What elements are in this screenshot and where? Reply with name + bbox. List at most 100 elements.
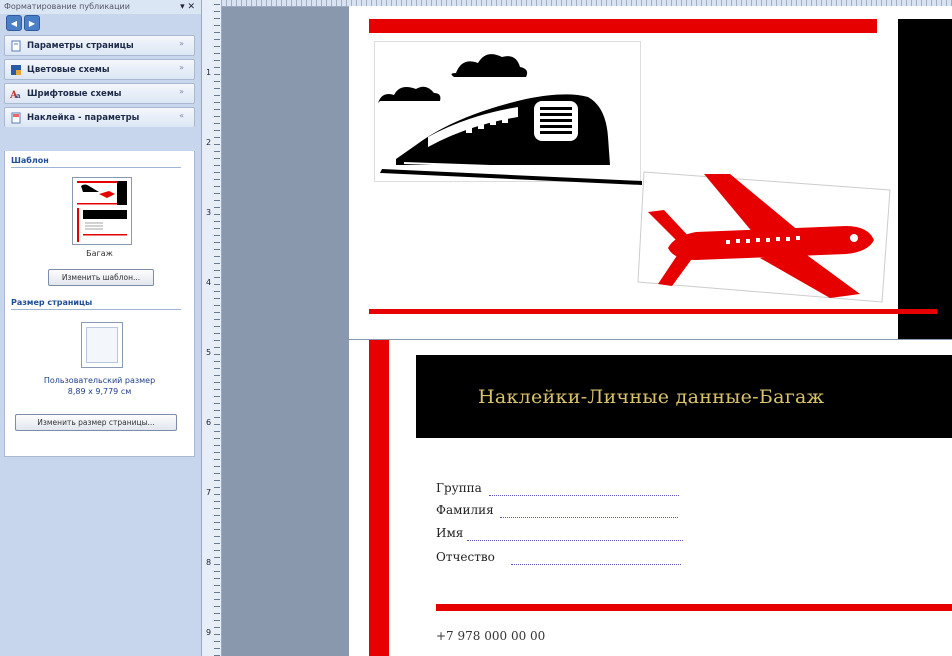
ruler-tick xyxy=(214,109,220,110)
vertical-ruler: 1 2 3 4 5 6 7 8 9 xyxy=(201,0,222,656)
airplane-clipart[interactable] xyxy=(634,164,894,306)
pane-close-icon[interactable]: ▾ ✕ xyxy=(180,0,195,14)
ruler-tick xyxy=(214,410,220,411)
template-preview-icon xyxy=(77,181,127,242)
ruler-tick xyxy=(214,123,220,124)
ruler-tick xyxy=(214,319,220,320)
section-font-schemes[interactable]: Aa Шрифтовые схемы » xyxy=(4,83,195,104)
ruler-tick xyxy=(214,578,220,579)
ruler-tick xyxy=(214,60,220,61)
ruler-tick xyxy=(214,256,220,257)
ruler-tick xyxy=(214,641,220,642)
ruler-tick xyxy=(214,172,220,173)
field-patronymic: Отчество xyxy=(436,550,495,564)
section-label-options[interactable]: Наклейка - параметры « xyxy=(4,107,195,127)
field-name-line[interactable] xyxy=(467,540,683,541)
pane-titlebar: Форматирование публикации ▾ ✕ xyxy=(0,0,201,14)
ruler-tick xyxy=(214,550,220,551)
ruler-number: 3 xyxy=(206,208,212,217)
change-template-button[interactable]: Изменить шаблон... xyxy=(48,269,154,286)
section-page-options[interactable]: Параметры страницы » xyxy=(4,35,195,56)
page-size-name: Пользовательский размер xyxy=(43,376,156,385)
ruler-tick xyxy=(214,312,220,313)
ruler-tick xyxy=(214,382,220,383)
ruler-tick xyxy=(214,557,220,558)
red-bar-top xyxy=(369,19,877,33)
template-thumbnail[interactable] xyxy=(72,177,132,245)
ruler-tick xyxy=(214,235,220,236)
ruler-tick xyxy=(214,424,220,425)
pane-title: Форматирование публикации xyxy=(4,2,130,11)
black-side-band xyxy=(898,19,952,339)
field-group: Группа xyxy=(436,481,482,495)
template-group-label: Шаблон xyxy=(11,156,181,168)
forward-icon[interactable]: ▶ xyxy=(24,15,40,31)
ruler-tick xyxy=(214,277,220,278)
ruler-tick xyxy=(214,494,220,495)
ruler-tick xyxy=(214,298,220,299)
ruler-tick xyxy=(214,179,220,180)
field-surname-line[interactable] xyxy=(500,517,678,518)
ruler-tick xyxy=(214,333,220,334)
ruler-tick xyxy=(214,88,220,89)
train-clipart[interactable] xyxy=(374,41,644,187)
ruler-tick xyxy=(214,102,220,103)
ruler-tick xyxy=(214,18,220,19)
ruler-tick xyxy=(214,354,220,355)
ruler-tick xyxy=(214,536,220,537)
ruler-tick xyxy=(214,214,220,215)
field-surname: Фамилия xyxy=(436,503,494,517)
ruler-tick xyxy=(214,368,220,369)
ruler-tick xyxy=(214,81,220,82)
ruler-tick xyxy=(214,627,220,628)
section-color-schemes[interactable]: Цветовые схемы » xyxy=(4,59,195,80)
label-options-icon xyxy=(11,112,21,123)
page-size-value: 8,89 x 9,779 см xyxy=(67,387,132,396)
ruler-number: 1 xyxy=(206,68,212,77)
page-top xyxy=(349,6,952,339)
ruler-tick xyxy=(214,263,220,264)
ruler-tick xyxy=(214,144,220,145)
field-group-line[interactable] xyxy=(489,495,679,496)
field-patronymic-line[interactable] xyxy=(511,564,681,565)
ruler-tick xyxy=(214,599,220,600)
ruler-tick xyxy=(214,473,220,474)
ruler-tick xyxy=(214,480,220,481)
ruler-number: 2 xyxy=(206,138,212,147)
phone-number: +7 978 000 00 00 xyxy=(436,629,546,643)
change-page-size-button[interactable]: Изменить размер страницы... xyxy=(15,414,177,431)
red-vertical-bar xyxy=(369,340,389,656)
chevron-icon: « xyxy=(179,111,184,120)
ruler-tick xyxy=(214,67,220,68)
ruler-tick xyxy=(214,291,220,292)
font-scheme-icon: Aa xyxy=(10,90,21,100)
ruler-tick xyxy=(214,620,220,621)
ruler-tick xyxy=(214,340,220,341)
ruler-tick xyxy=(214,4,220,5)
ruler-tick xyxy=(214,221,220,222)
ruler-tick xyxy=(214,305,220,306)
ruler-tick xyxy=(214,130,220,131)
ruler-tick xyxy=(214,508,220,509)
ruler-tick xyxy=(214,396,220,397)
section-label: Шрифтовые схемы xyxy=(27,88,122,99)
chevron-icon: » xyxy=(179,87,184,96)
page-setup-icon xyxy=(11,40,21,51)
ruler-tick xyxy=(214,53,220,54)
ruler-tick xyxy=(214,137,220,138)
ruler-tick xyxy=(214,207,220,208)
red-bar-bottom xyxy=(369,309,937,314)
back-icon[interactable]: ◀ xyxy=(6,15,22,31)
ruler-tick xyxy=(214,459,220,460)
page-size-preview[interactable] xyxy=(81,322,123,368)
ruler-tick xyxy=(214,585,220,586)
ruler-tick xyxy=(214,74,220,75)
ruler-tick xyxy=(214,522,220,523)
field-name: Имя xyxy=(436,526,464,540)
section-label: Цветовые схемы xyxy=(27,64,110,75)
section-label: Наклейка - параметры xyxy=(27,112,140,123)
ruler-number: 8 xyxy=(206,558,212,567)
ruler-tick xyxy=(214,361,220,362)
ruler-tick xyxy=(214,11,220,12)
ruler-tick xyxy=(214,403,220,404)
